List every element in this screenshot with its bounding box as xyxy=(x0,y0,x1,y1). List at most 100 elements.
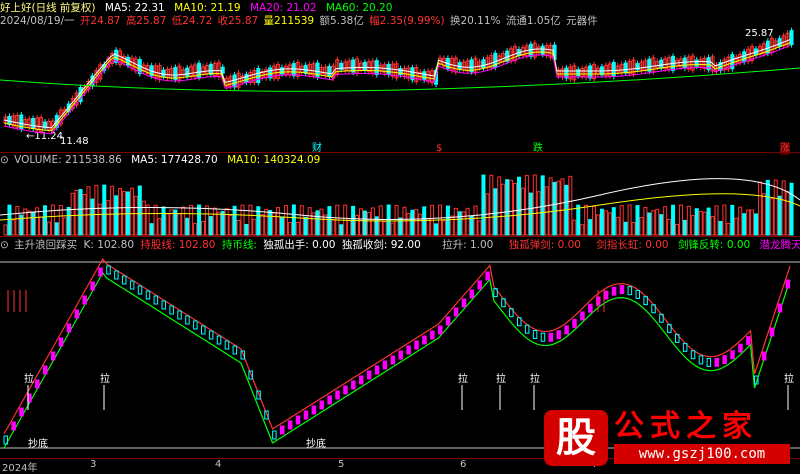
volume-bar xyxy=(706,207,711,236)
indicator-bar xyxy=(714,357,719,367)
candle-body xyxy=(611,62,616,78)
indicator-bar xyxy=(438,325,443,335)
indicator-bar xyxy=(98,267,103,277)
indicator-bar xyxy=(280,425,285,435)
indicator-bar xyxy=(82,295,87,305)
volume-bar xyxy=(74,189,79,236)
volume-bar xyxy=(122,191,126,236)
indicator-bar xyxy=(398,350,403,360)
candle-body xyxy=(185,67,190,77)
volume-bar xyxy=(118,188,123,236)
indicator-bar xyxy=(185,315,190,325)
indicator-bar xyxy=(351,380,356,390)
axis-month-5: 5 xyxy=(338,459,345,470)
volume-bar xyxy=(773,179,778,236)
volume-bar xyxy=(754,213,758,236)
indicator-bar xyxy=(129,280,135,290)
volume-bar xyxy=(710,216,715,236)
stock-chart-canvas[interactable] xyxy=(0,0,800,472)
indicator-bar xyxy=(295,415,301,425)
candle-body xyxy=(457,62,462,70)
volume-bar xyxy=(461,211,466,236)
volume-bar xyxy=(785,190,790,236)
volume-bar xyxy=(702,211,707,236)
volume-bar xyxy=(453,207,458,236)
volume-bar xyxy=(201,220,205,236)
indicator-bar xyxy=(335,390,340,400)
indicator-bar xyxy=(90,281,95,291)
indicator-bar xyxy=(359,375,364,385)
pull-label: 拉 xyxy=(784,374,794,385)
watermark-title: 公式之家 xyxy=(614,409,758,444)
volume-bar xyxy=(789,182,794,236)
candle-body xyxy=(422,71,427,81)
volume-bar xyxy=(611,207,616,236)
volume-bar xyxy=(208,216,213,236)
volume-bar xyxy=(15,205,20,236)
volume-bar xyxy=(327,206,332,236)
indicator-bar xyxy=(588,303,593,313)
indicator-bar xyxy=(611,286,617,296)
volume-bar xyxy=(264,208,269,236)
indicator-bar xyxy=(382,360,388,370)
volume-bar xyxy=(252,218,257,236)
volume-bar xyxy=(631,222,636,236)
volume-bar xyxy=(619,205,624,236)
indicator-bar xyxy=(422,335,427,345)
volume-bar xyxy=(366,211,371,236)
indicator-bar xyxy=(524,324,530,334)
volume-bar xyxy=(378,205,383,236)
volume-bar xyxy=(153,204,158,236)
volume-bar xyxy=(410,209,415,236)
volume-bar xyxy=(149,223,154,236)
volume-bar xyxy=(532,174,537,236)
volume-bar xyxy=(675,223,679,236)
volume-bar xyxy=(7,204,12,236)
candle-body xyxy=(244,73,249,83)
volume-bar xyxy=(627,204,632,236)
volume-bar xyxy=(315,210,320,236)
candle-body xyxy=(777,37,782,47)
volume-bar xyxy=(248,204,253,236)
indicator-bar xyxy=(177,310,182,320)
volume-bar xyxy=(655,208,660,236)
volume-bar xyxy=(331,219,336,236)
indicator-bar xyxy=(366,370,372,380)
volume-bar xyxy=(90,198,95,236)
volume-bar xyxy=(465,207,470,236)
candle-body xyxy=(588,65,593,79)
volume-bar xyxy=(552,181,557,236)
indicator-bar xyxy=(603,290,609,300)
volume-bar xyxy=(505,179,510,236)
indicator-bar xyxy=(201,325,206,335)
volume-bar xyxy=(643,207,648,236)
volume-bar xyxy=(599,208,604,236)
indicator-bar xyxy=(556,330,561,340)
volume-bar xyxy=(62,217,67,236)
volume-bar xyxy=(449,215,454,236)
bottom-label: 抄底 xyxy=(28,439,48,450)
volume-bar xyxy=(635,205,640,236)
volume-bar xyxy=(232,205,237,236)
axis-month-6: 6 xyxy=(460,459,467,470)
indicator-bar xyxy=(11,421,16,431)
volume-bar xyxy=(114,195,119,236)
volume-bar xyxy=(722,204,727,236)
volume-bar xyxy=(548,177,553,236)
indicator-bar xyxy=(114,270,119,280)
indicator-bar xyxy=(635,289,640,299)
candle-body xyxy=(232,74,237,88)
indicator-bar xyxy=(485,271,490,281)
candle-body xyxy=(742,51,747,63)
volume-bar xyxy=(303,216,308,236)
volume-bar xyxy=(588,219,593,236)
indicator-bar xyxy=(161,300,166,310)
indicator-bar xyxy=(777,303,783,313)
indicator-bar xyxy=(730,350,735,360)
volume-bar xyxy=(185,217,190,236)
volume-bar xyxy=(596,214,600,236)
volume-bar xyxy=(382,221,387,236)
volume-bar xyxy=(414,209,419,236)
volume-bar xyxy=(489,174,494,236)
volume-bar xyxy=(580,224,585,236)
